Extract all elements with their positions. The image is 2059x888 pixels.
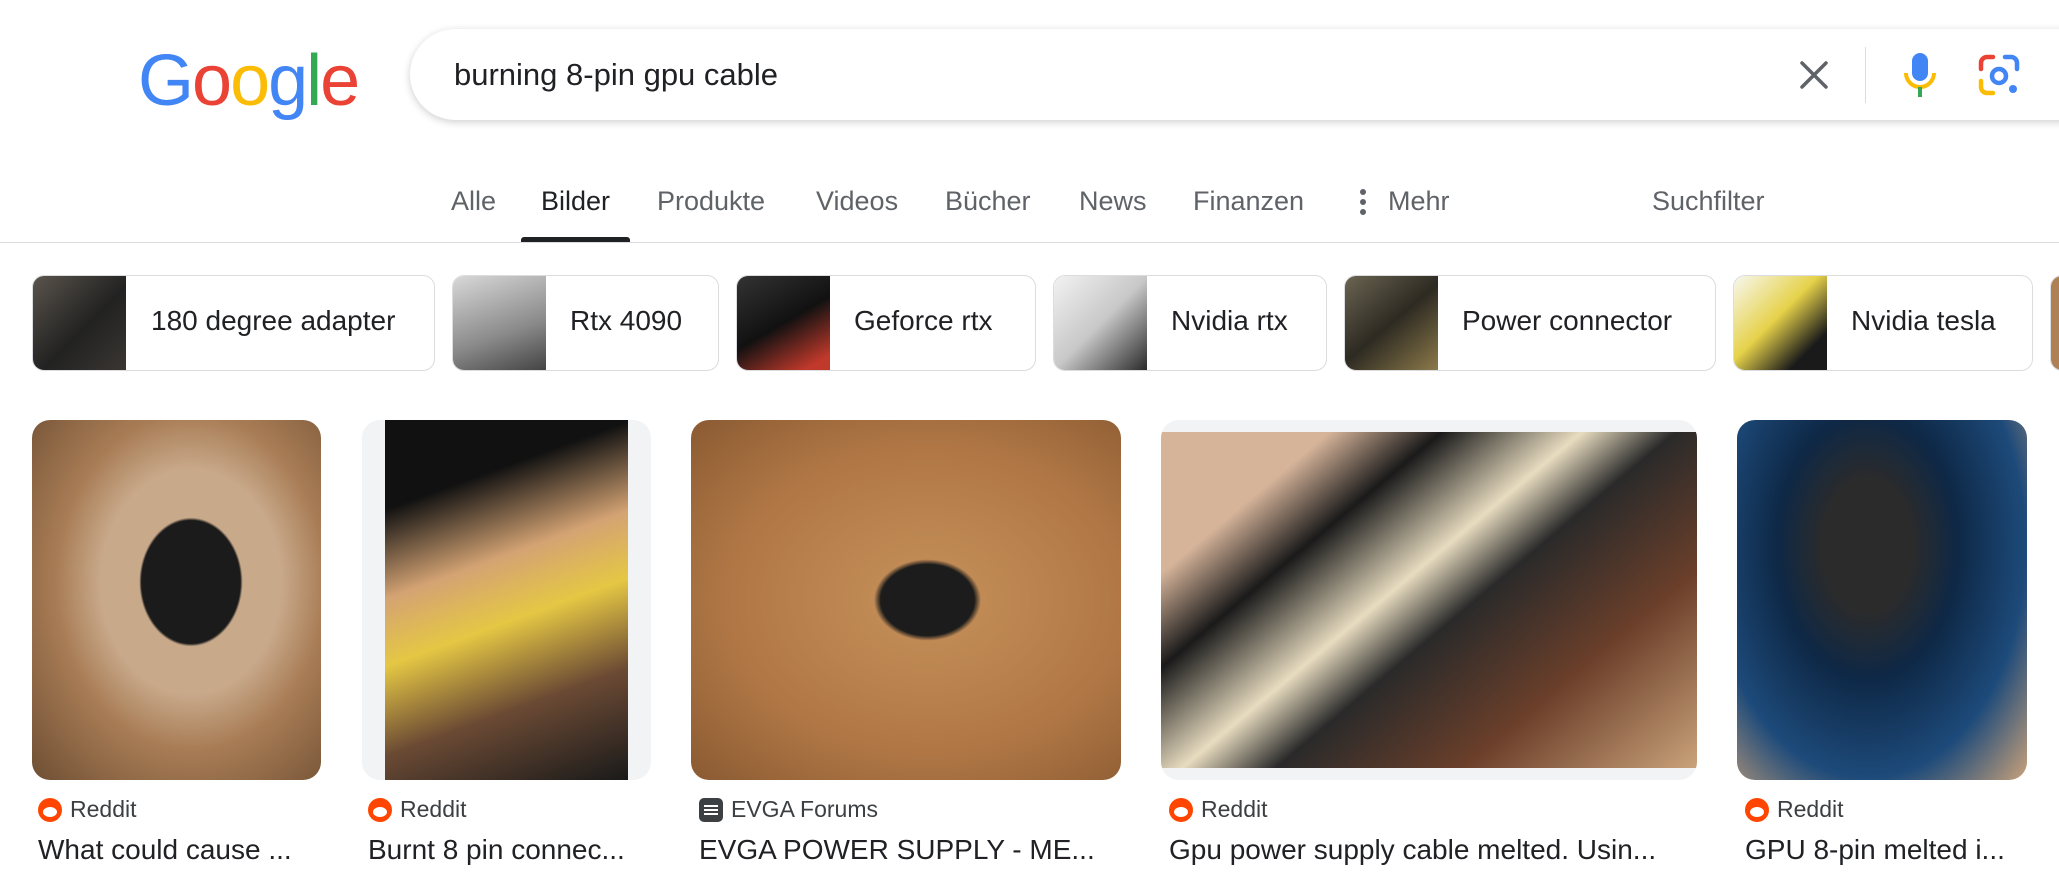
chip-label: Rtx 4090 <box>570 305 683 336</box>
result-source: Reddit <box>1777 796 1844 822</box>
google-lens-icon[interactable] <box>1973 49 2025 101</box>
tools-button[interactable]: Suchfilter <box>1652 170 1765 242</box>
result-title: Burnt 8 pin connec... <box>368 834 625 865</box>
result-image <box>1737 420 2027 780</box>
chip-thumbnail <box>2051 276 2059 370</box>
more-vert-icon <box>1360 189 1366 215</box>
tabs-divider <box>0 242 2059 243</box>
result-image <box>385 420 628 780</box>
chip-thumbnail <box>1054 276 1147 370</box>
microphone-icon[interactable] <box>1896 49 1944 101</box>
evga-forums-icon <box>699 798 723 822</box>
chip-180-degree-adapter[interactable]: 180 degree adapter <box>32 275 435 371</box>
chip-power-connector[interactable]: Power connector <box>1344 275 1716 371</box>
result-source: Reddit <box>400 796 467 822</box>
tab-finanzen[interactable]: Finanzen <box>1193 170 1304 242</box>
tab-bilder[interactable]: Bilder <box>520 170 631 242</box>
logo-letter: G <box>138 41 194 121</box>
result-image <box>691 420 1121 780</box>
tab-mehr[interactable]: Mehr <box>1358 170 1450 242</box>
search-tabs: Alle Bilder Produkte Videos Bücher News … <box>0 170 2059 242</box>
logo-letter: l <box>306 41 322 121</box>
chip-rtx-4090[interactable]: Rtx 4090 <box>452 275 719 371</box>
search-divider <box>1865 47 1866 103</box>
chip-thumbnail <box>33 276 126 370</box>
chip-thumbnail <box>737 276 830 370</box>
search-bar <box>410 29 2059 120</box>
tab-alle[interactable]: Alle <box>451 170 496 242</box>
chip-label: Nvidia tesla <box>1851 305 1996 336</box>
result-image <box>32 420 321 780</box>
chip-thumbnail <box>1345 276 1438 370</box>
result-image-frame <box>362 420 651 780</box>
tab-produkte[interactable]: Produkte <box>657 170 765 242</box>
logo-letter: g <box>268 41 308 121</box>
chip-geforce-rtx[interactable]: Geforce rtx <box>736 275 1036 371</box>
logo-letter: o <box>192 41 232 121</box>
tab-videos[interactable]: Videos <box>816 170 898 242</box>
chip-nvidia-rtx[interactable]: Nvidia rtx <box>1053 275 1327 371</box>
search-input[interactable] <box>452 49 1756 101</box>
chip-partial[interactable] <box>2050 275 2059 371</box>
close-icon[interactable] <box>1792 53 1836 97</box>
chip-nvidia-tesla[interactable]: Nvidia tesla <box>1733 275 2033 371</box>
result-title: What could cause ... <box>38 834 292 865</box>
chip-thumbnail <box>453 276 546 370</box>
result-image-frame <box>1161 420 1697 780</box>
chip-label: 180 degree adapter <box>151 305 396 336</box>
result-image <box>1161 432 1697 768</box>
reddit-icon <box>38 798 62 822</box>
chip-label: Power connector <box>1462 305 1673 336</box>
chip-label: Nvidia rtx <box>1171 305 1288 336</box>
logo-letter: e <box>320 41 360 121</box>
reddit-icon <box>1169 798 1193 822</box>
chip-thumbnail <box>1734 276 1827 370</box>
logo-letter: o <box>230 41 270 121</box>
result-title: EVGA POWER SUPPLY - ME... <box>699 834 1095 865</box>
chip-label: Geforce rtx <box>854 305 993 336</box>
reddit-icon <box>368 798 392 822</box>
result-source: Reddit <box>70 796 137 822</box>
result-title: GPU 8-pin melted i... <box>1745 834 2005 865</box>
reddit-icon <box>1745 798 1769 822</box>
tab-news[interactable]: News <box>1079 170 1147 242</box>
tab-mehr-label: Mehr <box>1388 186 1450 216</box>
result-source: Reddit <box>1201 796 1268 822</box>
result-source: EVGA Forums <box>731 796 878 822</box>
google-logo[interactable]: Google <box>138 40 360 122</box>
tab-buecher[interactable]: Bücher <box>945 170 1031 242</box>
result-title: Gpu power supply cable melted. Usin... <box>1169 834 1657 865</box>
